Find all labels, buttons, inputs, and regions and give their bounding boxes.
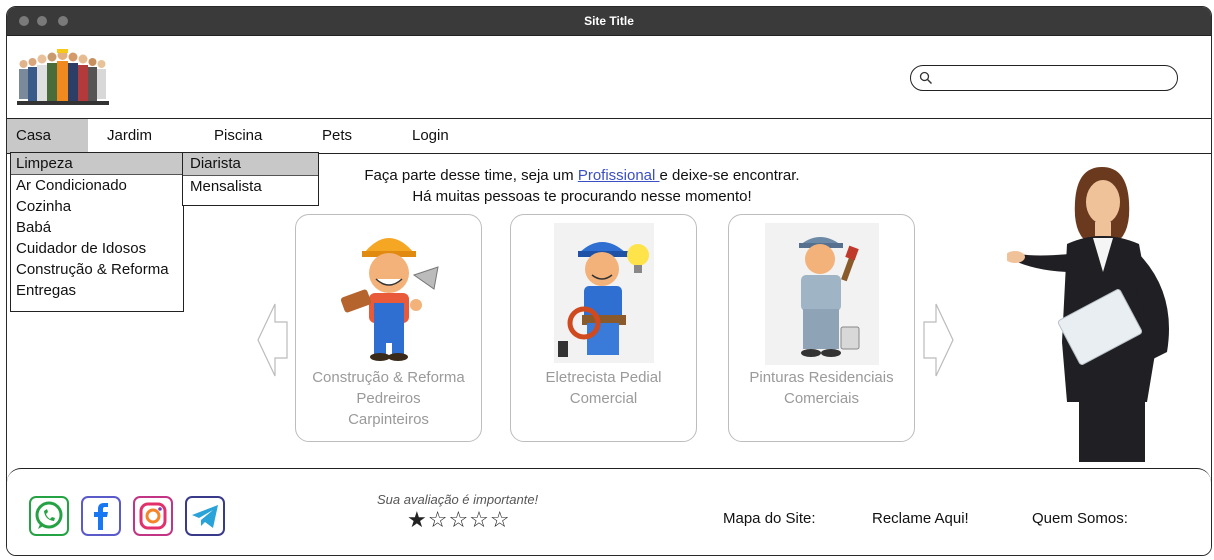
menu-item-entregas[interactable]: Entregas <box>11 280 183 301</box>
card-subtitle: Pedreiros <box>356 390 421 407</box>
nav-item-jardim[interactable]: Jardim <box>107 119 152 153</box>
card-title: Construção & Reforma <box>312 369 465 386</box>
carousel-next-arrow-icon[interactable] <box>922 302 954 378</box>
menu-item-cuidador-de-idosos[interactable]: Cuidador de Idosos <box>11 238 183 259</box>
businesswoman-image <box>1007 167 1169 462</box>
submenu-item-mensalista[interactable]: Mensalista <box>183 176 318 198</box>
footer-link-quem-somos[interactable]: Quem Somos: <box>1032 510 1128 527</box>
rating-label: Sua avaliação é importante! <box>377 492 539 507</box>
facebook-icon[interactable] <box>81 496 121 536</box>
card-subtitle: Comercial <box>569 390 638 407</box>
promo-text-end: e deixe-se encontrar. <box>659 167 800 184</box>
nav-label: Casa <box>16 127 52 144</box>
nav-item-pets[interactable]: Pets <box>322 119 352 153</box>
instagram-icon[interactable] <box>133 496 173 536</box>
telegram-icon[interactable] <box>185 496 225 536</box>
nav-label: Piscina <box>214 127 263 144</box>
carousel-prev-arrow-icon[interactable] <box>257 302 289 378</box>
search-input[interactable] <box>910 65 1178 91</box>
menu-item-cozinha[interactable]: Cozinha <box>11 196 183 217</box>
menu-item-construcao-reforma[interactable]: Construção & Reforma <box>11 259 183 280</box>
electrician-image <box>553 223 654 363</box>
profissional-link[interactable]: Profissional <box>578 167 660 184</box>
submenu-item-diarista[interactable]: Diarista <box>183 153 318 176</box>
menu-item-limpeza[interactable]: Limpeza <box>11 153 183 175</box>
casa-dropdown-menu: Limpeza Ar Condicionado Cozinha Babá Cui… <box>10 152 184 312</box>
service-card-pinturas[interactable]: Pinturas Residenciais Comerciais <box>728 214 915 442</box>
card-subtitle: Carpinteiros <box>348 411 429 428</box>
nav-label: Login <box>412 127 449 144</box>
title-bar: Site Title <box>7 7 1211 36</box>
rating-stars[interactable]: ★☆☆☆☆ <box>407 507 511 533</box>
nav-item-piscina[interactable]: Piscina <box>214 119 262 153</box>
menu-item-ar-condicionado[interactable]: Ar Condicionado <box>11 175 183 196</box>
card-subtitle: Comerciais <box>783 390 859 407</box>
browser-window: Site Title Casa Jardim Piscina Pets Logi… <box>6 6 1212 556</box>
footer-link-reclame-aqui[interactable]: Reclame Aqui! <box>872 510 969 527</box>
window-title: Site Title <box>584 14 634 28</box>
footer-link-mapa-do-site[interactable]: Mapa do Site: <box>723 510 816 527</box>
site-logo[interactable] <box>17 47 113 107</box>
promo-subtext: Há muitas pessoas te procurando nesse mo… <box>412 188 752 205</box>
search-icon <box>919 71 932 84</box>
main-nav: Casa Jardim Piscina Pets Login <box>7 118 1211 154</box>
nav-item-login[interactable]: Login <box>412 119 449 153</box>
footer: Sua avaliação é importante! ★☆☆☆☆ Mapa d… <box>7 468 1211 555</box>
construction-worker-image <box>340 238 439 361</box>
nav-item-casa[interactable]: Casa <box>7 119 88 153</box>
service-card-construcao[interactable]: Construção & Reforma Pedreiros Carpintei… <box>295 214 482 442</box>
service-card-eletricista[interactable]: Eletrecista Pedial Comercial <box>510 214 697 442</box>
menu-item-baba[interactable]: Babá <box>11 217 183 238</box>
painter-image <box>764 223 879 365</box>
card-title: Pinturas Residenciais <box>749 369 894 386</box>
promo-text: Faça parte desse time, seja um Profissio… <box>307 165 857 207</box>
limpeza-submenu: Diarista Mensalista <box>182 152 319 206</box>
nav-label: Pets <box>322 127 353 144</box>
promo-text-start: Faça parte desse time, seja um <box>364 167 578 184</box>
card-title: Eletrecista Pedial <box>545 369 662 386</box>
whatsapp-icon[interactable] <box>29 496 69 536</box>
nav-label: Jardim <box>107 127 153 144</box>
